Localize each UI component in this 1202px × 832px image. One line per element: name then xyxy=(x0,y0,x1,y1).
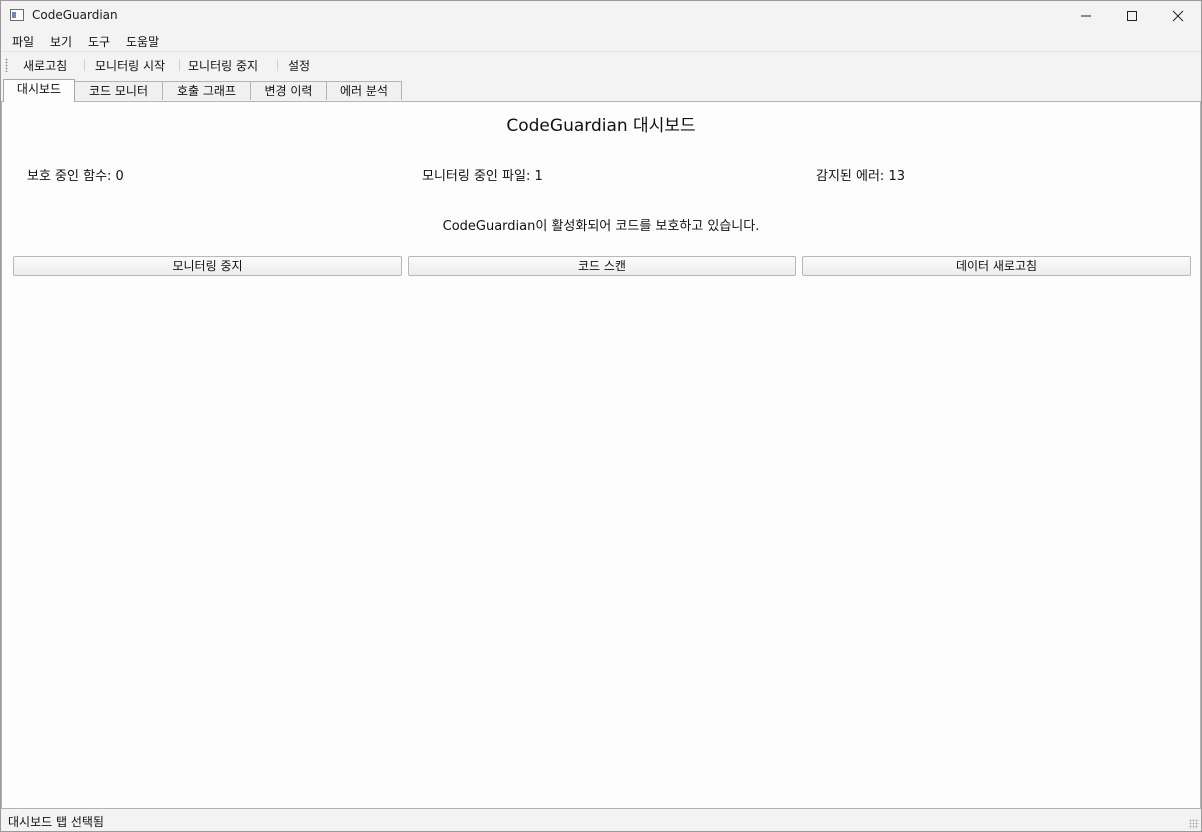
close-button[interactable] xyxy=(1155,1,1201,31)
maximize-button[interactable] xyxy=(1109,1,1155,31)
status-bar-text: 대시보드 탭 선택됨 xyxy=(8,815,104,829)
toolbar-stop-monitoring-button[interactable]: 모니터링 중지 xyxy=(188,57,258,74)
menu-help[interactable]: 도움말 xyxy=(126,33,159,50)
toolbar-settings-button[interactable]: 설정 xyxy=(288,57,310,74)
dashboard-panel: CodeGuardian 대시보드 보호 중인 함수: 0 모니터링 중인 파일… xyxy=(1,101,1201,809)
stop-monitoring-button[interactable]: 모니터링 중지 xyxy=(13,256,402,276)
tab-call-graph[interactable]: 호출 그래프 xyxy=(162,81,251,100)
menu-view[interactable]: 보기 xyxy=(50,33,72,50)
menu-bar: 파일 보기 도구 도움말 xyxy=(1,31,1201,51)
detected-errors-stat: 감지된 에러: 13 xyxy=(816,169,905,184)
minimize-button[interactable] xyxy=(1063,1,1109,31)
app-window-icon xyxy=(10,9,24,21)
tab-error-analysis[interactable]: 에러 분석 xyxy=(326,81,402,100)
minimize-icon xyxy=(1081,15,1091,17)
monitored-files-stat: 모니터링 중인 파일: 1 xyxy=(422,169,543,184)
resize-grip-icon[interactable] xyxy=(1189,819,1199,829)
toolbar-separator xyxy=(179,59,180,71)
toolbar: 새로고침 모니터링 시작 모니터링 중지 설정 xyxy=(1,51,1201,78)
toolbar-grip[interactable] xyxy=(5,58,8,72)
protected-functions-stat: 보호 중인 함수: 0 xyxy=(27,169,124,184)
menu-tools[interactable]: 도구 xyxy=(88,33,110,50)
toolbar-start-monitoring-button[interactable]: 모니터링 시작 xyxy=(95,57,165,74)
status-message: CodeGuardian이 활성화되어 코드를 보호하고 있습니다. xyxy=(442,219,760,234)
tab-code-monitor[interactable]: 코드 모니터 xyxy=(74,81,163,100)
code-scan-button[interactable]: 코드 스캔 xyxy=(408,256,796,276)
tab-dashboard[interactable]: 대시보드 xyxy=(3,79,75,102)
tab-change-history[interactable]: 변경 이력 xyxy=(250,81,327,100)
page-title: CodeGuardian 대시보드 xyxy=(506,116,696,136)
title-bar[interactable]: CodeGuardian xyxy=(1,1,1201,31)
status-bar: 대시보드 탭 선택됨 xyxy=(1,809,1201,831)
main-window: CodeGuardian 파일 보기 도구 도움말 새로고침 모니터링 시작 모… xyxy=(0,0,1202,832)
maximize-icon xyxy=(1127,11,1137,21)
close-icon xyxy=(1172,10,1184,22)
tab-bar: 대시보드 코드 모니터 호출 그래프 변경 이력 에러 분석 xyxy=(1,78,1201,102)
toolbar-separator xyxy=(277,59,278,71)
refresh-data-button[interactable]: 데이터 새로고침 xyxy=(802,256,1191,276)
toolbar-separator xyxy=(84,59,85,71)
toolbar-refresh-button[interactable]: 새로고침 xyxy=(23,57,67,74)
menu-file[interactable]: 파일 xyxy=(12,33,34,50)
window-title: CodeGuardian xyxy=(32,8,118,22)
